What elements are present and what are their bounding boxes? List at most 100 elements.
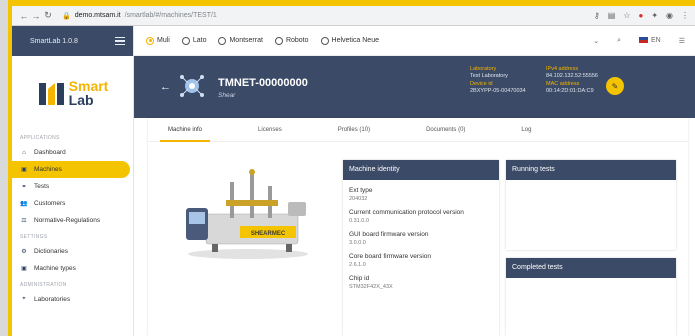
machine-subtitle: Shear bbox=[218, 92, 236, 99]
chevron-down-icon[interactable]: ⌄ bbox=[593, 37, 599, 45]
identity-field-chip-id: Chip id STM32F42X_43X bbox=[343, 275, 499, 290]
ipv4-label: IPv4 address bbox=[546, 66, 579, 72]
browser-window: ← → ↻ 🔒 demo.mtsam.it/smartlab/#/machine… bbox=[12, 6, 695, 336]
customers-icon: 👥 bbox=[20, 201, 28, 207]
field-value: 2.6.1.0 bbox=[349, 262, 366, 268]
field-value: 3.0.0.0 bbox=[349, 240, 366, 246]
sidebar-item-dictionaries[interactable]: ⚙ Dictionaries bbox=[12, 243, 133, 260]
machine-header: ← TMNET-00000000 Shear Laboratory Test L… bbox=[134, 56, 695, 118]
sidebar-item-laboratories[interactable]: ⌖ Laboratories bbox=[12, 291, 133, 308]
running-tests-title: Running tests bbox=[506, 160, 676, 180]
flag-icon bbox=[638, 37, 648, 44]
search-icon[interactable]: ⌕ bbox=[617, 37, 621, 45]
edit-button[interactable]: ✎ bbox=[606, 77, 624, 95]
identity-field-core-firmware: Core board firmware version 2.6.1.0 bbox=[343, 253, 499, 268]
radio-icon[interactable] bbox=[218, 36, 227, 45]
translate-icon[interactable]: ▤ bbox=[608, 11, 616, 20]
machine-name: TMNET-00000000 bbox=[218, 77, 308, 89]
logo-word-lab: Lab bbox=[68, 92, 94, 108]
extension-icon[interactable]: ● bbox=[638, 11, 643, 20]
font-option-label: Roboto bbox=[285, 37, 309, 44]
reload-icon[interactable]: ↻ bbox=[42, 10, 54, 21]
tab-profiles[interactable]: Profiles (10) bbox=[336, 119, 372, 141]
tab-documents[interactable]: Documents (0) bbox=[424, 119, 467, 141]
toolbar-actions: ⌄ ⌕ EN ☰ bbox=[593, 37, 695, 45]
machine-image: SHEARMEC bbox=[186, 169, 308, 259]
tab-log[interactable]: Log bbox=[519, 119, 533, 141]
font-option-label: Montserrat bbox=[229, 37, 263, 44]
section-administration: ADMINISTRATION bbox=[20, 282, 67, 288]
field-key: Current communication protocol version bbox=[349, 209, 464, 216]
font-toolbar: Muli Lato Montserrat Roboto Helvetica Ne… bbox=[134, 26, 695, 56]
sidebar-item-label: Machine types bbox=[34, 265, 76, 272]
field-key: Core board firmware version bbox=[349, 253, 432, 260]
mac-label: MAC address bbox=[546, 81, 580, 88]
puzzle-icon[interactable]: ✦ bbox=[651, 11, 658, 20]
field-value: 204032 bbox=[349, 196, 368, 202]
section-settings: SETTINGS bbox=[20, 234, 48, 240]
sidebar-item-label: Machines bbox=[34, 166, 62, 173]
radio-icon[interactable] bbox=[274, 36, 283, 45]
home-icon: ⌂ bbox=[22, 149, 26, 156]
profile-icon[interactable]: ◉ bbox=[666, 11, 673, 20]
sidebar-item-machines[interactable]: ▣ Machines bbox=[12, 161, 130, 178]
radio-icon[interactable] bbox=[181, 36, 190, 45]
sidebar-item-label: Normative-Regulations bbox=[34, 217, 101, 224]
tab-machine-info[interactable]: Machine info bbox=[159, 119, 211, 142]
sidebar-item-tests[interactable]: ⚭ Tests bbox=[12, 178, 133, 195]
machine-identity-panel: Machine identity Ext type 204032 Current… bbox=[343, 160, 499, 336]
sidebar-item-normative-regulations[interactable]: ⚖ Normative-Regulations bbox=[12, 212, 133, 229]
key-icon[interactable]: ⚷ bbox=[594, 11, 600, 20]
forward-arrow-icon[interactable]: → bbox=[30, 11, 42, 21]
radio-selected-icon[interactable] bbox=[146, 36, 154, 45]
field-key: Chip id bbox=[349, 275, 370, 282]
browser-toolbar: ← → ↻ 🔒 demo.mtsam.it/smartlab/#/machine… bbox=[12, 6, 695, 26]
font-option-muli[interactable]: Muli bbox=[146, 36, 170, 45]
sidebar-item-label: Customers bbox=[34, 200, 66, 207]
machine-icon: ▣ bbox=[21, 167, 27, 173]
section-applications: APPLICATIONS bbox=[20, 135, 60, 141]
machine-network-icon bbox=[180, 75, 204, 97]
tab-licenses[interactable]: Licenses bbox=[256, 119, 284, 141]
back-arrow-icon[interactable]: ← bbox=[160, 81, 171, 93]
logo-word-smart: Smart bbox=[68, 78, 109, 94]
laboratory-value: Test Laboratory bbox=[470, 72, 508, 79]
machine-brand-label: SHEARMEC bbox=[251, 231, 286, 237]
language-label: EN bbox=[650, 37, 661, 44]
machine-tabs: Machine info Licenses Profiles (10) Docu… bbox=[148, 118, 688, 142]
font-option-roboto[interactable]: Roboto bbox=[274, 36, 309, 45]
machine-identity-title: Machine identity bbox=[343, 160, 499, 180]
url-host: demo.mtsam.it bbox=[74, 12, 121, 19]
list-menu-icon[interactable]: ☰ bbox=[679, 37, 685, 45]
identity-field-ext-type: Ext type 204032 bbox=[343, 187, 499, 202]
sidebar-header: SmartLab 1.0.8 bbox=[12, 26, 133, 56]
sidebar-item-label: Dashboard bbox=[34, 149, 66, 156]
font-option-montserrat[interactable]: Montserrat bbox=[218, 36, 263, 45]
sidebar-item-machine-types[interactable]: ▣ Machine types bbox=[12, 260, 133, 277]
app-title: SmartLab 1.0.8 bbox=[30, 37, 78, 45]
sidebar-item-dashboard[interactable]: ⌂ Dashboard bbox=[12, 144, 133, 161]
machine-content-card: Machine info Licenses Profiles (10) Docu… bbox=[148, 118, 688, 336]
kebab-menu-icon[interactable]: ⋮ bbox=[681, 11, 689, 20]
font-option-helvetica-neue[interactable]: Helvetica Neue bbox=[320, 36, 379, 45]
address-bar[interactable]: 🔒 demo.mtsam.it/smartlab/#/machines/TEST… bbox=[62, 12, 217, 20]
hamburger-icon[interactable] bbox=[115, 36, 125, 46]
identity-field-protocol-version: Current communication protocol version 0… bbox=[343, 209, 499, 224]
completed-tests-title: Completed tests bbox=[506, 258, 676, 278]
completed-tests-panel: Completed tests bbox=[506, 258, 676, 336]
field-value: 0.31.0.0 bbox=[349, 218, 369, 224]
star-icon[interactable]: ☆ bbox=[623, 11, 630, 20]
machine-info-col-right: IPv4 address 84.102.132.52:55556 MAC add… bbox=[546, 66, 598, 96]
language-selector[interactable]: EN bbox=[638, 37, 661, 44]
lock-icon: 🔒 bbox=[62, 12, 71, 20]
sidebar: SmartLab 1.0.8 Smart Lab APPLICATIONS ⌂ … bbox=[12, 26, 134, 336]
sidebar-item-label: Laboratories bbox=[34, 296, 71, 303]
radio-icon[interactable] bbox=[320, 36, 329, 45]
sidebar-item-customers[interactable]: 👥 Customers bbox=[12, 195, 133, 212]
pencil-icon: ✎ bbox=[611, 81, 619, 91]
field-value: STM32F42X_43X bbox=[349, 284, 393, 290]
gear-icon: ⚙ bbox=[21, 249, 27, 255]
running-tests-panel: Running tests bbox=[506, 160, 676, 250]
font-option-lato[interactable]: Lato bbox=[181, 36, 206, 45]
back-arrow-icon[interactable]: ← bbox=[18, 11, 30, 21]
